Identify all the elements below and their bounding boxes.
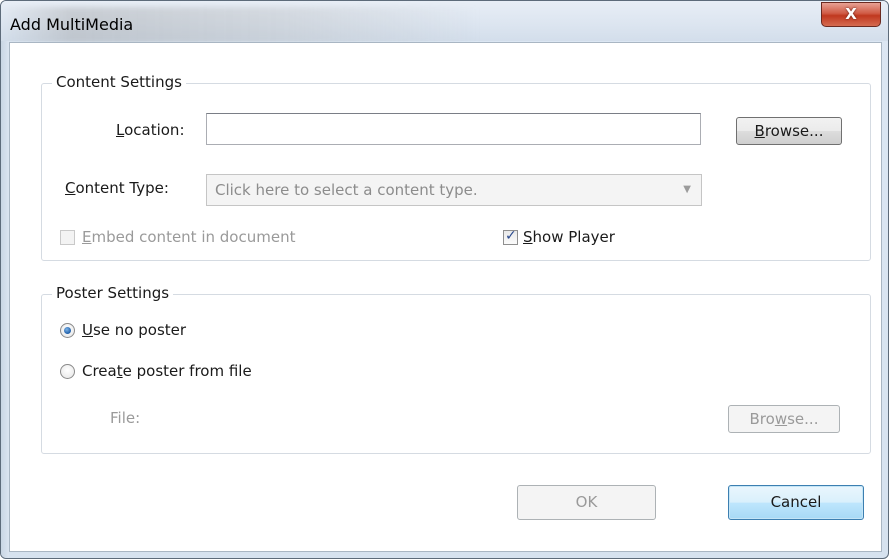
location-label: Location:	[116, 121, 185, 139]
content-type-label: Content Type:	[65, 179, 169, 197]
ok-button[interactable]: OK	[517, 485, 656, 520]
show-player-checkbox[interactable]: ✓	[503, 228, 518, 245]
chevron-down-icon: ▼	[683, 184, 691, 195]
use-no-poster-label: Use no poster	[82, 321, 187, 339]
content-settings-legend: Content Settings	[52, 73, 186, 91]
create-poster-from-file-label: Create poster from file	[82, 362, 252, 380]
add-multimedia-dialog: Add MultiMedia X Content Settings Locati…	[0, 0, 889, 559]
poster-settings-legend: Poster Settings	[52, 284, 174, 302]
location-input[interactable]	[206, 113, 701, 145]
browse-location-button[interactable]: Browse...	[736, 117, 842, 145]
title-bar[interactable]: Add MultiMedia X	[1, 1, 888, 43]
poster-file-label: File:	[110, 409, 141, 427]
embed-content-checkbox[interactable]	[60, 230, 75, 245]
embed-content-label: Embed content in document	[82, 228, 296, 246]
radio-selected-dot	[64, 327, 71, 334]
show-player-label: Show Player	[523, 228, 615, 246]
content-type-dropdown[interactable]: Click here to select a content type. ▼	[206, 174, 702, 206]
create-poster-from-file-radio[interactable]	[60, 364, 75, 379]
dialog-client-area: Content Settings Location: Browse... Con…	[9, 42, 882, 552]
content-type-placeholder: Click here to select a content type.	[215, 181, 478, 199]
window-frame-left	[1, 41, 9, 558]
checkmark-icon: ✓	[505, 228, 517, 244]
browse-poster-button[interactable]: Browse...	[728, 405, 840, 433]
cancel-button[interactable]: Cancel	[728, 485, 864, 520]
close-icon: X	[845, 5, 857, 23]
close-button[interactable]: X	[821, 2, 881, 27]
dialog-title: Add MultiMedia	[10, 15, 134, 34]
use-no-poster-radio[interactable]	[60, 323, 75, 338]
